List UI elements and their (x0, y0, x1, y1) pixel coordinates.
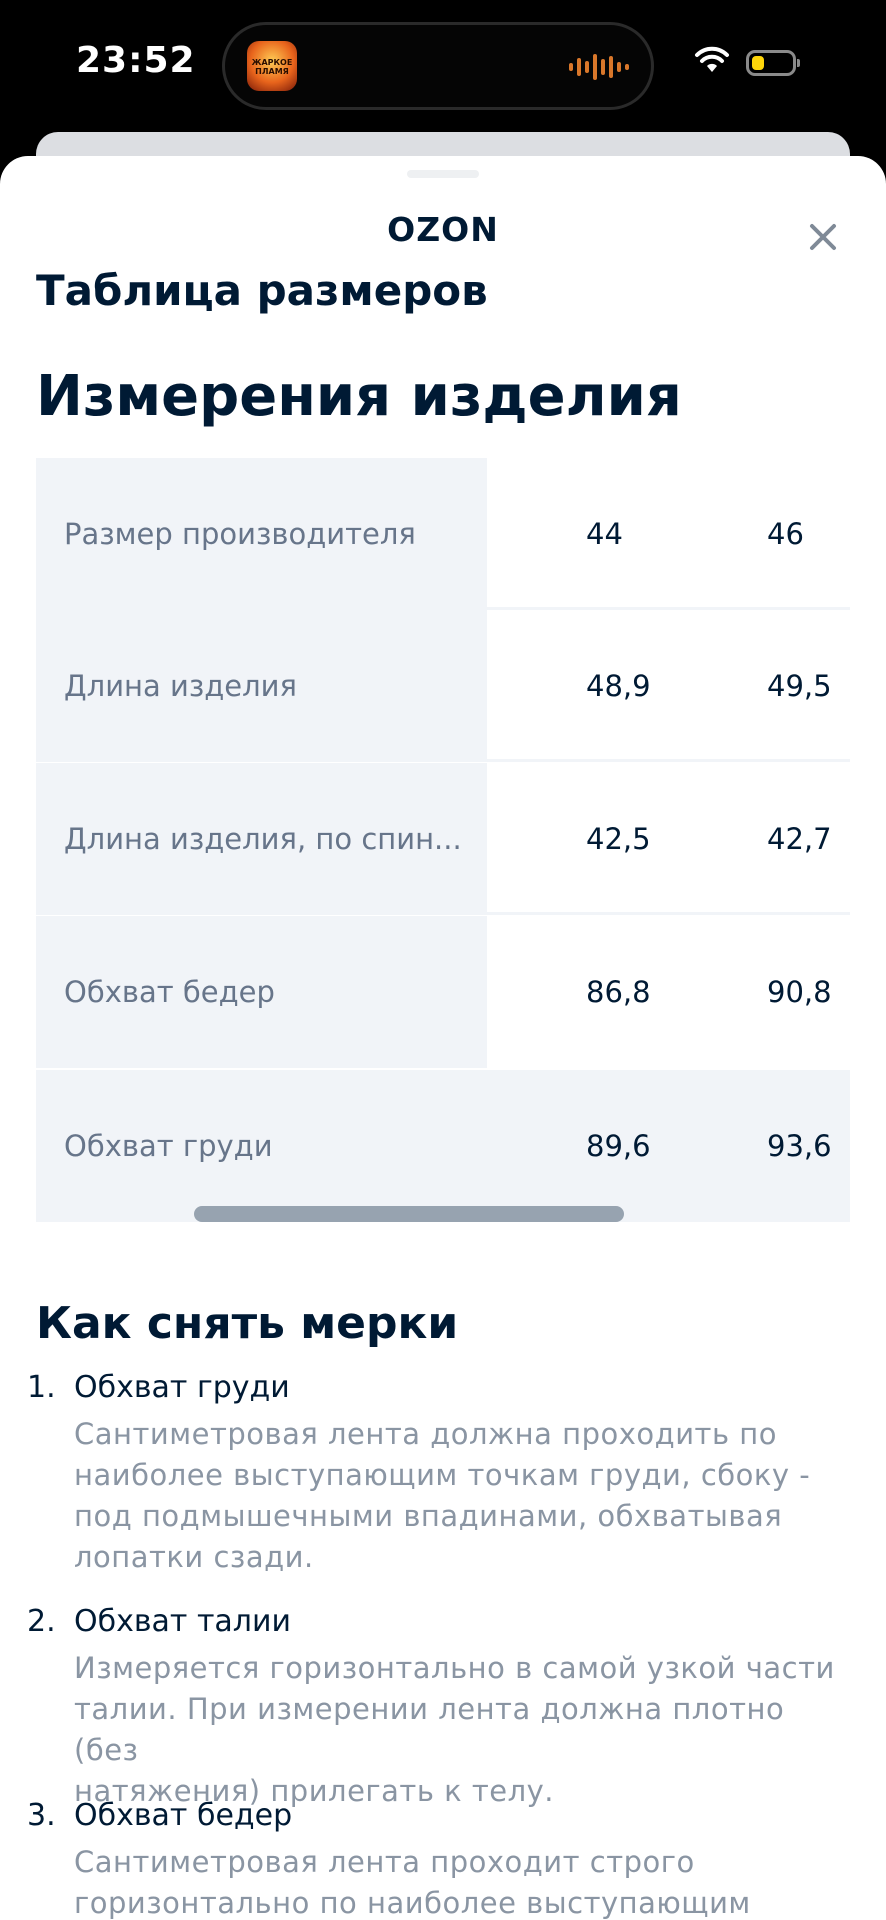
step-number: 3. (27, 1798, 56, 1833)
app-icon-label: ЖАРКОЕ ПЛАМЯ (251, 58, 293, 76)
measurements-title: Измерения изделия (36, 364, 682, 429)
step-number: 2. (27, 1604, 56, 1639)
app-icon: ЖАРКОЕ ПЛАМЯ (247, 41, 297, 91)
row-label: Длина изделия (64, 669, 297, 703)
status-time: 23:52 (76, 40, 196, 81)
size-table[interactable]: Размер производителя 44 46 Длина изделия… (36, 458, 850, 1224)
row-label: Обхват груди (64, 1129, 273, 1163)
how-to-measure-title: Как снять мерки (36, 1298, 459, 1349)
row-divider (487, 759, 850, 762)
battery-icon (746, 50, 800, 76)
cell-value: 93,6 (767, 1129, 832, 1163)
step-title: Обхват талии (74, 1604, 291, 1639)
step-title: Обхват бедер (74, 1798, 293, 1833)
wifi-icon (695, 46, 729, 72)
horizontal-scrollbar[interactable] (194, 1206, 624, 1222)
cell-value: 42,5 (586, 822, 651, 856)
audio-wave-icon (569, 53, 629, 81)
size-chart-sheet: OZON Таблица размеров Измерения изделия … (0, 156, 886, 1920)
cell-value: 49,5 (767, 669, 832, 703)
row-divider (487, 912, 850, 915)
cell-value: 46 (767, 517, 804, 551)
sheet-title: Таблица размеров (36, 266, 488, 315)
close-icon[interactable] (800, 214, 846, 260)
table-row-highlighted: Обхват груди 89,6 93,6 (36, 1070, 850, 1222)
cell-value: 48,9 (586, 669, 651, 703)
table-row: Длина изделия, по спин... 42,5 42,7 (36, 763, 850, 915)
step-number: 1. (27, 1370, 56, 1405)
step-description: Сантиметровая лента должна проходить по … (74, 1417, 811, 1574)
status-bar: 23:52 ЖАРКОЕ ПЛАМЯ (0, 0, 886, 130)
row-label: Длина изделия, по спин... (64, 822, 462, 856)
table-row: Размер производителя 44 46 (36, 458, 850, 610)
cell-value: 86,8 (586, 975, 651, 1009)
cell-value: 42,7 (767, 822, 832, 856)
brand-logo: OZON (387, 210, 499, 249)
row-label: Обхват бедер (64, 975, 275, 1009)
sheet-grabber[interactable] (407, 170, 479, 178)
step-title: Обхват груди (74, 1370, 290, 1405)
cell-value: 89,6 (586, 1129, 651, 1163)
table-row: Обхват бедер 86,8 90,8 (36, 916, 850, 1068)
step-description: Сантиметровая лента проходит строго гори… (74, 1845, 751, 1920)
cell-value: 44 (586, 517, 623, 551)
cell-value: 90,8 (767, 975, 832, 1009)
table-row: Длина изделия 48,9 49,5 (36, 610, 850, 762)
step-description: Измеряется горизонтально в самой узкой ч… (74, 1651, 835, 1808)
dynamic-island[interactable]: ЖАРКОЕ ПЛАМЯ (222, 22, 654, 110)
row-label: Размер производителя (64, 517, 416, 551)
